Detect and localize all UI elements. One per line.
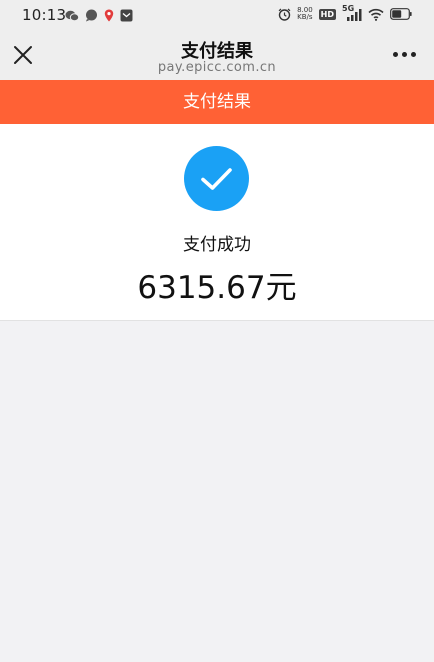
wifi-icon (368, 8, 384, 21)
network-speed-unit: KB/s (297, 13, 313, 21)
signal-icon (347, 9, 362, 21)
checkmark-icon (184, 146, 249, 211)
mail-icon (120, 9, 133, 22)
system-icons: 8.00 KB/s HD 5G (278, 4, 412, 21)
location-pin-icon (104, 9, 114, 22)
alarm-icon (278, 8, 291, 21)
payment-amount: 6315.67元 (137, 270, 297, 306)
payment-status: 支付成功 (183, 235, 251, 255)
status-bar: 10:13 8.00 KB/s HD 5G (0, 0, 434, 34)
payment-result-card: 支付成功 6315.67元 (0, 124, 434, 321)
wechat-icon (65, 10, 79, 21)
hd-badge: HD (318, 8, 336, 20)
battery-icon (390, 8, 412, 20)
notification-icons (65, 9, 133, 22)
result-banner: 支付结果 (0, 80, 434, 124)
network-speed: 8.00 KB/s (297, 7, 313, 21)
more-dot (402, 52, 407, 57)
cellular-signal: 5G (342, 4, 362, 21)
more-icon[interactable] (393, 52, 416, 57)
more-dot (393, 52, 398, 57)
message-icon (86, 9, 97, 22)
status-time: 10:13 (22, 6, 67, 24)
more-dot (411, 52, 416, 57)
page-domain: pay.epicc.com.cn (157, 60, 277, 75)
nav-bar: 支付结果 pay.epicc.com.cn (0, 34, 434, 80)
